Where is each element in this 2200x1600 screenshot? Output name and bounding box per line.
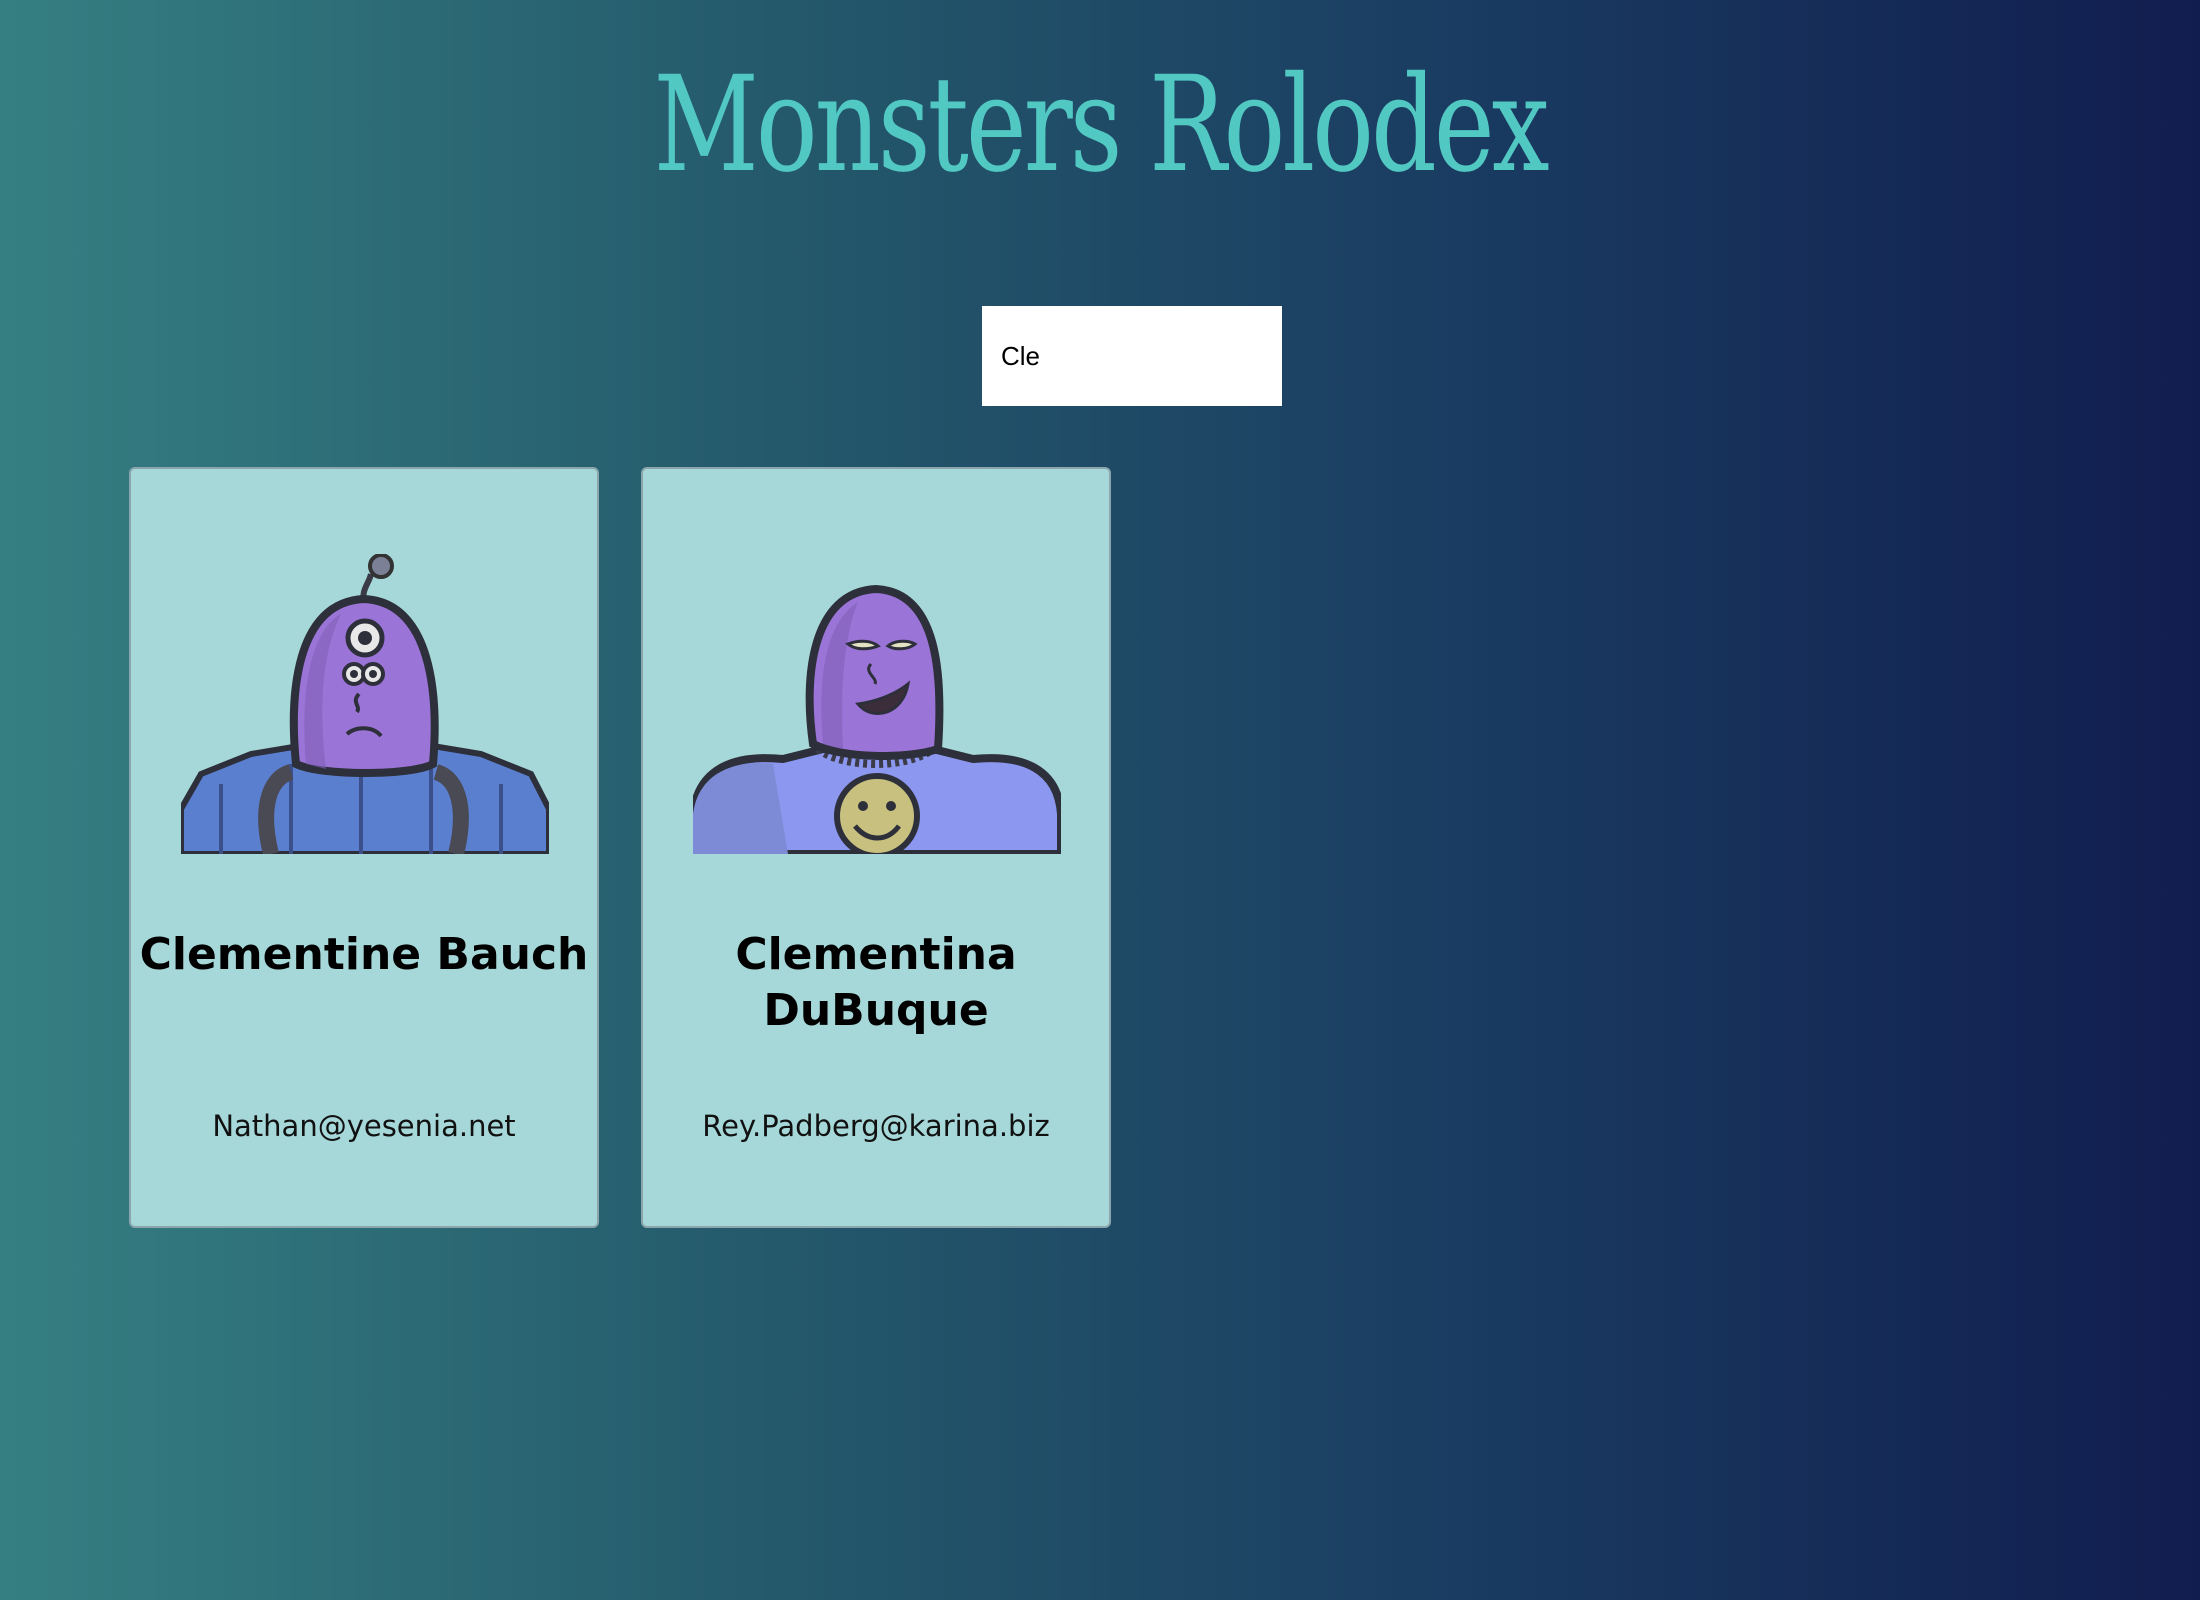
monster-name: Clementine Bauch (139, 929, 589, 980)
monster-name: Clementina DuBuque (735, 929, 1017, 1036)
monster-card[interactable]: Clementine Bauch Nathan@yesenia.net (129, 467, 599, 1228)
robot-cyclops-monster-avatar (181, 554, 549, 854)
monster-card[interactable]: Clementina DuBuque Rey.Padberg@karina.bi… (641, 467, 1111, 1228)
smiley-monster-avatar (693, 554, 1061, 854)
monster-email: Nathan@yesenia.net (212, 1109, 516, 1143)
page-title: Monsters Rolodex (653, 48, 1549, 202)
search-input[interactable] (982, 306, 1282, 406)
monster-email: Rey.Padberg@karina.biz (702, 1109, 1050, 1143)
